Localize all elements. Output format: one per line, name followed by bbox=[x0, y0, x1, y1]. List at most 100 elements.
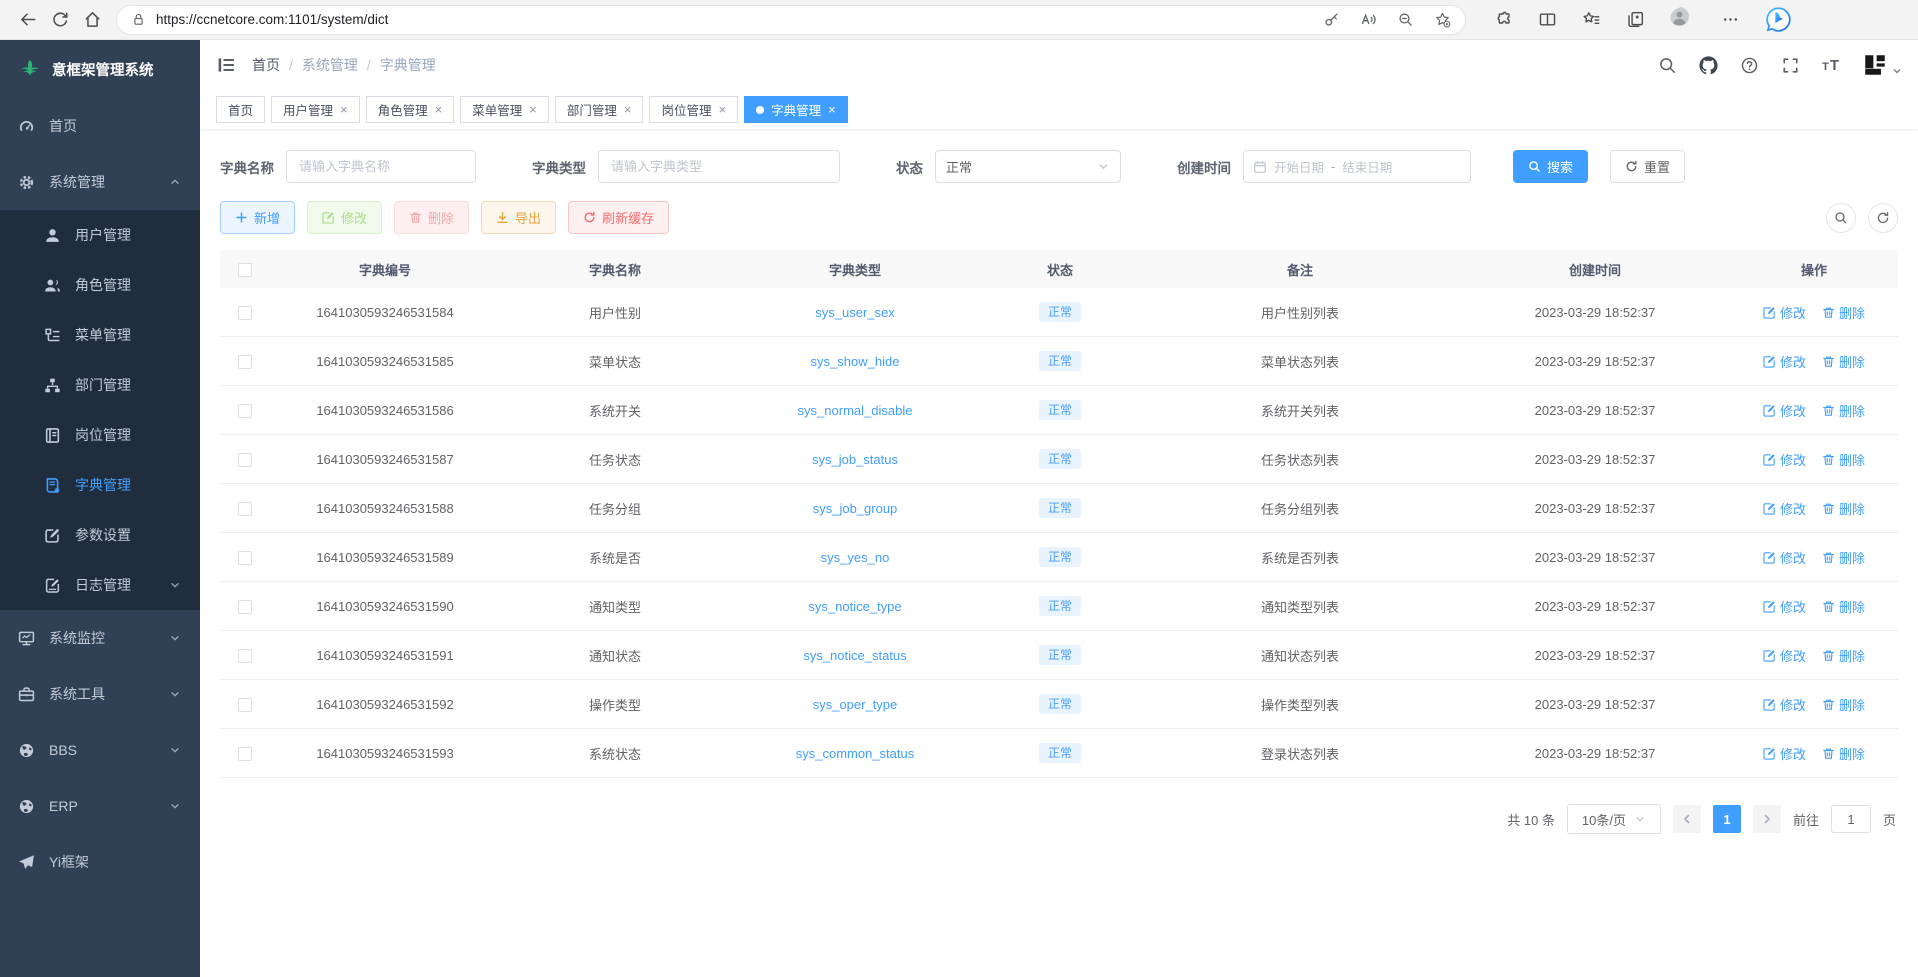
sidebar-item-system-mgmt[interactable]: 系统管理 bbox=[0, 154, 200, 210]
row-delete-link[interactable]: 删除 bbox=[1822, 597, 1865, 616]
show-search-toggle-button[interactable] bbox=[1826, 203, 1856, 233]
select-all-checkbox[interactable] bbox=[238, 263, 252, 277]
date-range-picker[interactable]: 开始日期 - 结束日期 bbox=[1243, 150, 1471, 183]
sidebar-fold-icon[interactable] bbox=[216, 55, 236, 75]
address-bar[interactable]: https://ccnetcore.com:1101/system/dict bbox=[116, 5, 1466, 35]
row-edit-link[interactable]: 修改 bbox=[1763, 646, 1806, 665]
table-row[interactable]: 1641030593246531590通知类型sys_notice_type正常… bbox=[220, 582, 1898, 631]
sidebar-item-role-mgmt[interactable]: 角色管理 bbox=[0, 260, 200, 310]
export-button[interactable]: 导出 bbox=[481, 201, 556, 234]
row-delete-link[interactable]: 删除 bbox=[1822, 744, 1865, 763]
row-delete-link[interactable]: 删除 bbox=[1822, 303, 1865, 322]
table-row[interactable]: 1641030593246531586系统开关sys_normal_disabl… bbox=[220, 386, 1898, 435]
row-checkbox[interactable] bbox=[238, 502, 252, 516]
password-key-icon[interactable] bbox=[1323, 11, 1340, 28]
table-row[interactable]: 1641030593246531584用户性别sys_user_sex正常用户性… bbox=[220, 288, 1898, 337]
dict-type-link[interactable]: sys_oper_type bbox=[813, 697, 898, 712]
add-favorite-star-icon[interactable] bbox=[1434, 11, 1451, 28]
tab-menu-mgmt[interactable]: 菜单管理× bbox=[460, 96, 549, 123]
breadcrumb-home[interactable]: 首页 bbox=[252, 55, 280, 75]
header-search-icon[interactable] bbox=[1658, 56, 1677, 75]
sidebar-item-sys-monitor[interactable]: 系统监控 bbox=[0, 610, 200, 666]
browser-back-button[interactable] bbox=[12, 5, 44, 35]
font-size-icon[interactable]: TT bbox=[1822, 57, 1840, 74]
row-edit-link[interactable]: 修改 bbox=[1763, 450, 1806, 469]
page-size-select[interactable]: 10条/页 bbox=[1567, 804, 1661, 834]
dict-type-link[interactable]: sys_notice_type bbox=[808, 599, 901, 614]
tab-close-icon[interactable]: × bbox=[435, 103, 443, 116]
dict-type-input[interactable] bbox=[598, 150, 840, 183]
table-row[interactable]: 1641030593246531592操作类型sys_oper_type正常操作… bbox=[220, 680, 1898, 729]
bing-chat-icon[interactable] bbox=[1765, 6, 1792, 33]
sidebar-item-log-mgmt[interactable]: 日志管理 bbox=[0, 560, 200, 610]
browser-menu-dots-icon[interactable] bbox=[1721, 10, 1740, 29]
help-icon[interactable] bbox=[1740, 56, 1759, 75]
row-edit-link[interactable]: 修改 bbox=[1763, 499, 1806, 518]
sidebar-item-dict-mgmt[interactable]: 字典管理 bbox=[0, 460, 200, 510]
row-edit-link[interactable]: 修改 bbox=[1763, 548, 1806, 567]
breadcrumb-dict[interactable]: 字典管理 bbox=[380, 55, 436, 75]
row-checkbox[interactable] bbox=[238, 600, 252, 614]
row-checkbox[interactable] bbox=[238, 649, 252, 663]
row-checkbox[interactable] bbox=[238, 306, 252, 320]
row-checkbox[interactable] bbox=[238, 698, 252, 712]
prev-page-button[interactable] bbox=[1673, 805, 1701, 833]
dict-type-link[interactable]: sys_yes_no bbox=[821, 550, 890, 565]
row-edit-link[interactable]: 修改 bbox=[1763, 303, 1806, 322]
table-row[interactable]: 1641030593246531591通知状态sys_notice_status… bbox=[220, 631, 1898, 680]
tab-close-icon[interactable]: × bbox=[718, 103, 726, 116]
row-checkbox[interactable] bbox=[238, 453, 252, 467]
dict-name-input[interactable] bbox=[286, 150, 476, 183]
dict-type-link[interactable]: sys_notice_status bbox=[803, 648, 906, 663]
sidebar-item-param-set[interactable]: 参数设置 bbox=[0, 510, 200, 560]
search-button[interactable]: 搜索 bbox=[1513, 150, 1588, 183]
dict-type-link[interactable]: sys_user_sex bbox=[815, 305, 894, 320]
sidebar-item-menu-mgmt[interactable]: 菜单管理 bbox=[0, 310, 200, 360]
breadcrumb-system[interactable]: 系统管理 bbox=[302, 55, 358, 75]
sidebar-item-home[interactable]: 首页 bbox=[0, 98, 200, 154]
tab-dept-mgmt[interactable]: 部门管理× bbox=[555, 96, 644, 123]
tab-home[interactable]: 首页 bbox=[216, 96, 265, 123]
row-edit-link[interactable]: 修改 bbox=[1763, 597, 1806, 616]
row-delete-link[interactable]: 删除 bbox=[1822, 646, 1865, 665]
browser-profile-avatar[interactable] bbox=[1670, 7, 1696, 33]
tab-role-mgmt[interactable]: 角色管理× bbox=[366, 96, 455, 123]
read-aloud-icon[interactable] bbox=[1360, 11, 1377, 28]
split-screen-icon[interactable] bbox=[1538, 10, 1557, 29]
browser-refresh-button[interactable] bbox=[44, 5, 76, 35]
tab-close-icon[interactable]: × bbox=[340, 103, 348, 116]
row-edit-link[interactable]: 修改 bbox=[1763, 352, 1806, 371]
fullscreen-icon[interactable] bbox=[1781, 56, 1800, 75]
refresh-cache-button[interactable]: 刷新缓存 bbox=[568, 201, 669, 234]
row-delete-link[interactable]: 删除 bbox=[1822, 695, 1865, 714]
table-row[interactable]: 1641030593246531588任务分组sys_job_group正常任务… bbox=[220, 484, 1898, 533]
table-row[interactable]: 1641030593246531589系统是否sys_yes_no正常系统是否列… bbox=[220, 533, 1898, 582]
tab-post-mgmt[interactable]: 岗位管理× bbox=[649, 96, 738, 123]
tab-close-icon[interactable]: × bbox=[828, 103, 836, 116]
row-checkbox[interactable] bbox=[238, 747, 252, 761]
dict-type-link[interactable]: sys_job_group bbox=[813, 501, 898, 516]
row-checkbox[interactable] bbox=[238, 355, 252, 369]
tab-dict-mgmt[interactable]: 字典管理× bbox=[744, 96, 848, 123]
favorites-hub-icon[interactable] bbox=[1582, 10, 1601, 29]
add-button[interactable]: 新增 bbox=[220, 201, 295, 234]
delete-button[interactable]: 删除 bbox=[394, 201, 469, 234]
row-delete-link[interactable]: 删除 bbox=[1822, 401, 1865, 420]
row-edit-link[interactable]: 修改 bbox=[1763, 744, 1806, 763]
browser-home-button[interactable] bbox=[76, 5, 108, 35]
sidebar-item-user-mgmt[interactable]: 用户管理 bbox=[0, 210, 200, 260]
row-checkbox[interactable] bbox=[238, 404, 252, 418]
row-edit-link[interactable]: 修改 bbox=[1763, 401, 1806, 420]
row-delete-link[interactable]: 删除 bbox=[1822, 548, 1865, 567]
page-number-1[interactable]: 1 bbox=[1713, 805, 1741, 833]
table-row[interactable]: 1641030593246531585菜单状态sys_show_hide正常菜单… bbox=[220, 337, 1898, 386]
sidebar-item-yi-frame[interactable]: Yi框架 bbox=[0, 834, 200, 890]
refresh-table-button[interactable] bbox=[1868, 203, 1898, 233]
dict-type-link[interactable]: sys_common_status bbox=[796, 746, 915, 761]
tab-user-mgmt[interactable]: 用户管理× bbox=[271, 96, 360, 123]
app-logo[interactable]: 意框架管理系统 bbox=[0, 40, 200, 98]
reset-button[interactable]: 重置 bbox=[1610, 150, 1685, 183]
dict-type-link[interactable]: sys_show_hide bbox=[811, 354, 900, 369]
github-icon[interactable] bbox=[1699, 56, 1718, 75]
extensions-icon[interactable] bbox=[1494, 10, 1513, 29]
